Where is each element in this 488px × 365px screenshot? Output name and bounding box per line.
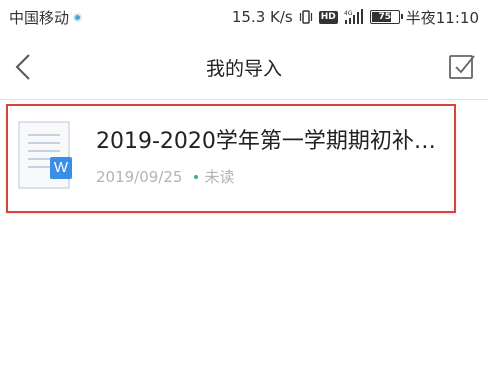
status-right: 15.3 K/s HD 4G 75 半夜11:10 <box>232 7 479 28</box>
carrier-signal-dot-icon <box>75 14 81 20</box>
network-speed: 15.3 K/s <box>231 8 293 26</box>
network-type-label: 4G <box>344 10 353 17</box>
document-title: 2019-2020学年第一学期期初补… <box>96 129 436 154</box>
document-list-item[interactable]: W 2019-2020学年第一学期期初补… 2019/09/25 未读 <box>6 104 456 213</box>
page-title: 我的导入 <box>205 58 282 80</box>
document-date: 2019/09/25 <box>96 167 183 186</box>
document-status: 未读 <box>204 168 235 186</box>
document-meta: 2019/09/25 未读 <box>96 166 234 187</box>
battery-icon: 75 <box>369 10 403 24</box>
clock: 半夜11:10 <box>405 8 479 27</box>
checkbox-icon[interactable] <box>448 52 476 80</box>
nav-bar: 我的导入 <box>0 34 488 100</box>
carrier-label: 中国移动 <box>9 8 70 27</box>
vibrate-icon <box>299 10 312 24</box>
status-left: 中国移动 <box>9 7 81 28</box>
hd-badge: HD <box>318 10 338 24</box>
signal-4g-icon: 4G <box>344 9 363 24</box>
battery-level: 75 <box>378 12 392 22</box>
word-badge-icon: W <box>50 157 72 179</box>
status-bar: 中国移动 15.3 K/s HD 4G 75 半夜11:10 <box>0 0 488 34</box>
unread-dot-icon <box>194 174 199 179</box>
